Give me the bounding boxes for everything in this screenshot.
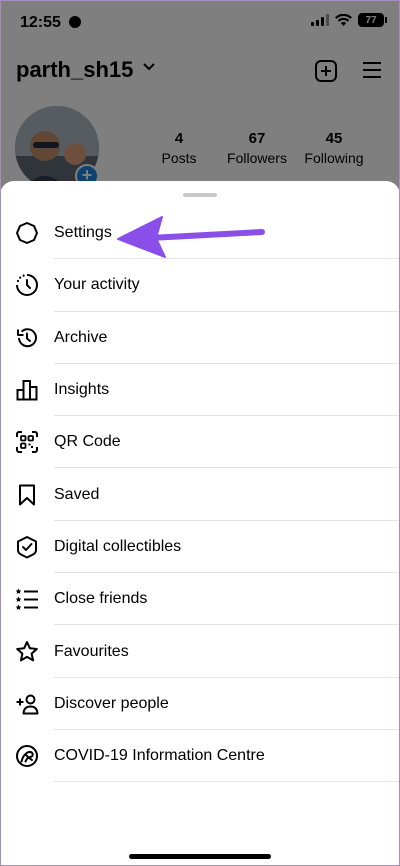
menu-item-label: Your activity xyxy=(54,276,140,294)
menu-item-label: Discover people xyxy=(54,694,169,712)
covid-info-icon xyxy=(14,743,40,769)
menu-item-archive[interactable]: Archive xyxy=(0,312,400,364)
qr-code-icon xyxy=(14,429,40,455)
menu-list: Settings Your activity Archive Insights … xyxy=(0,207,400,783)
star-icon xyxy=(14,639,40,665)
menu-item-saved[interactable]: Saved xyxy=(0,468,400,521)
home-indicator xyxy=(129,854,271,859)
menu-item-label: Digital collectibles xyxy=(54,537,182,555)
menu-item-label: Archive xyxy=(54,328,108,346)
menu-item-label: Saved xyxy=(54,485,100,503)
insights-icon xyxy=(14,377,40,403)
menu-item-label: Insights xyxy=(54,381,110,399)
settings-icon xyxy=(14,220,40,246)
menu-item-covid-info[interactable]: COVID-19 Information Centre xyxy=(0,730,400,783)
bottom-sheet: Settings Your activity Archive Insights … xyxy=(0,181,400,866)
menu-item-label: Favourites xyxy=(54,642,129,660)
bookmark-icon xyxy=(14,482,40,508)
menu-item-qr-code[interactable]: QR Code xyxy=(0,416,400,469)
add-person-icon xyxy=(14,691,40,717)
menu-item-label: QR Code xyxy=(54,433,121,451)
menu-item-your-activity[interactable]: Your activity xyxy=(0,259,400,312)
menu-item-label: COVID-19 Information Centre xyxy=(54,747,265,765)
menu-item-insights[interactable]: Insights xyxy=(0,364,400,417)
menu-item-label: Close friends xyxy=(54,590,148,608)
activity-icon xyxy=(14,272,40,298)
menu-item-label: Settings xyxy=(54,224,112,242)
archive-icon xyxy=(14,325,40,351)
close-friends-icon xyxy=(14,586,40,612)
menu-item-favourites[interactable]: Favourites xyxy=(0,625,400,678)
collectibles-icon xyxy=(14,534,40,560)
menu-item-discover-people[interactable]: Discover people xyxy=(0,678,400,730)
menu-item-close-friends[interactable]: Close friends xyxy=(0,573,400,626)
menu-item-digital-collectibles[interactable]: Digital collectibles xyxy=(0,521,400,574)
divider xyxy=(54,781,400,783)
annotation-arrow xyxy=(117,216,265,258)
sheet-grabber[interactable] xyxy=(183,193,217,197)
